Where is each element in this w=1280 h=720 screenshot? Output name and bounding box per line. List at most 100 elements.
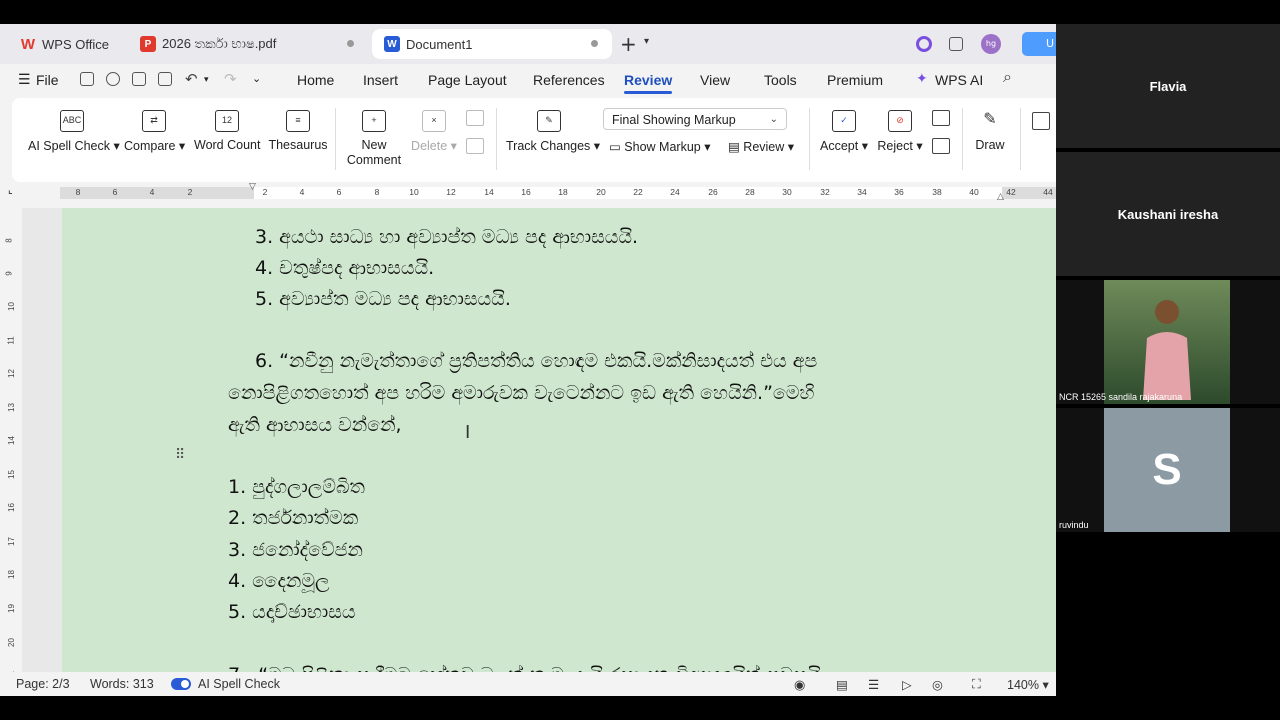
horizontal-ruler[interactable]: ⌞ 8 6 4 2 2 4 6 8 10 12 14 16 18 20 22 2… <box>0 182 1056 208</box>
paragraph-drag-handle-icon[interactable]: ⠿ <box>175 447 185 463</box>
menu-view[interactable]: View <box>700 72 730 88</box>
menu-review[interactable]: Review <box>624 72 673 94</box>
answer-option[interactable]: 1. පුද්ගලාලම්බිත <box>228 476 365 498</box>
new-tab-plus-icon[interactable]: + <box>620 32 637 56</box>
accept-button[interactable]: ✓ Accept ▾ <box>818 110 870 153</box>
ruler-text-area <box>254 187 1002 199</box>
zoom-level[interactable]: 140% ▾ <box>1007 677 1049 692</box>
menu-references[interactable]: References <box>533 72 605 88</box>
reject-button[interactable]: ⊘ Reject ▾ <box>876 110 924 153</box>
next-comment-icon[interactable] <box>466 138 484 154</box>
menu-page-layout[interactable]: Page Layout <box>428 72 507 88</box>
next-change-icon[interactable] <box>932 138 950 154</box>
ruler-tick: 24 <box>670 187 680 197</box>
outline-view-icon[interactable]: ☰ <box>868 677 879 692</box>
page-view-icon[interactable]: ▤ <box>836 677 848 692</box>
doc-line[interactable]: 3. අයථා සාධ්‍ය හා අව්‍යාප්ත මධ්‍ය පද ආභා… <box>255 226 638 248</box>
spell-check-toggle[interactable] <box>171 678 191 690</box>
ruler-tick: 4 <box>149 187 155 197</box>
upgrade-button[interactable]: U <box>1022 32 1056 56</box>
word-count-indicator[interactable]: Words: 313 <box>90 677 154 691</box>
participant-tile[interactable]: Kaushani iresha <box>1056 152 1280 276</box>
menu-file[interactable]: File <box>36 72 59 88</box>
ruler-tick: 16 <box>6 503 16 512</box>
indent-marker-icon[interactable]: ▽ <box>249 182 256 192</box>
ruler-tick: 22 <box>633 187 643 197</box>
review-pane-button[interactable]: ▤ Review ▾ <box>728 139 794 154</box>
doc-line[interactable]: 4. චතුෂ්පද ආභාසයයි. <box>255 257 434 279</box>
avatar[interactable]: hg <box>981 34 1001 54</box>
delete-comment-button[interactable]: × Delete ▾ <box>410 110 458 153</box>
thesaurus-button[interactable]: ≡ Thesaurus <box>268 110 328 152</box>
search-icon[interactable]: ⌕ <box>1003 69 1012 87</box>
delete-comment-icon: × <box>422 110 446 132</box>
tab-document1[interactable]: W Document1 <box>372 29 612 59</box>
participant-name: Kaushani iresha <box>1117 207 1219 222</box>
ruler-tick: 8 <box>4 238 14 243</box>
document-page[interactable] <box>62 208 1056 696</box>
ruler-tick: 12 <box>6 369 16 378</box>
ruler-tick: 11 <box>6 336 16 345</box>
more-tools-icon[interactable] <box>1032 112 1050 130</box>
right-indent-marker-icon[interactable]: △ <box>997 192 1004 202</box>
print-preview-icon[interactable] <box>158 72 172 86</box>
answer-option[interactable]: 2. තර්ජනාත්මක <box>228 507 358 529</box>
menu-wps-ai[interactable]: WPS AI <box>935 72 983 88</box>
undo-icon[interactable]: ↶ <box>185 70 198 88</box>
ai-spell-check-button[interactable]: ABC AI Spell Check ▾ <box>28 110 120 153</box>
track-changes-button[interactable]: ✎ Track Changes ▾ <box>506 110 600 153</box>
doc-line[interactable]: 5. අව්‍යාප්ත මධ්‍ය පද ආභාසයයි. <box>255 288 511 310</box>
copilot-icon[interactable] <box>916 36 932 52</box>
participant-tile[interactable]: Flavia <box>1056 24 1280 148</box>
participant-tile[interactable]: NCR 15265 sandila rajakaruna <box>1056 280 1280 404</box>
show-markup-button[interactable]: ▭ Show Markup ▾ <box>609 139 710 154</box>
divider <box>1020 108 1021 170</box>
vertical-ruler[interactable]: 8 9 10 11 12 13 14 15 16 17 18 19 20 21 <box>0 208 22 696</box>
ruler-tick: 12 <box>446 187 456 197</box>
tab-stop-icon[interactable]: ⌞ <box>8 185 13 196</box>
answer-option[interactable]: 5. යදෘච්ඡාභාසය <box>228 601 356 623</box>
ruler-tick: 38 <box>932 187 942 197</box>
question-6-line[interactable]: ඇති ආභාසය වන්නේ, <box>228 414 402 436</box>
menu-premium[interactable]: Premium <box>827 72 883 88</box>
previous-comment-icon[interactable] <box>466 110 484 126</box>
tab-wps-office[interactable]: W WPS Office <box>8 29 124 59</box>
chevron-down-icon[interactable]: ▾ <box>644 36 649 47</box>
chevron-down-icon[interactable]: ▾ <box>204 74 209 85</box>
text-cursor-icon: I <box>465 422 471 443</box>
participant-video <box>1104 280 1230 404</box>
word-count-button[interactable]: 12 Word Count <box>194 110 260 152</box>
page-indicator[interactable]: Page: 2/3 <box>16 677 70 691</box>
menu-insert[interactable]: Insert <box>363 72 398 88</box>
answer-option[interactable]: 3. ජනෝද්වේජන <box>228 539 363 561</box>
markup-mode-value: Final Showing Markup <box>612 113 736 127</box>
answer-option[interactable]: 4. දෛනමූල <box>228 570 330 592</box>
participant-tile[interactable]: S ruvindu <box>1056 408 1280 532</box>
tab-pdf[interactable]: P 2026 තර්කා භාෂ.pdf <box>128 29 368 59</box>
window-switch-icon[interactable] <box>949 37 963 51</box>
export-pdf-icon[interactable] <box>106 72 120 86</box>
redo-icon[interactable]: ↷ <box>224 70 237 88</box>
print-icon[interactable] <box>132 72 146 86</box>
ruler-tick: 14 <box>484 187 494 197</box>
question-6-line[interactable]: නොපිළිගතහොත් අප හරිම අමාරුවක වැටෙන්නට ඉඩ… <box>228 382 814 404</box>
previous-change-icon[interactable] <box>932 110 950 126</box>
compare-button[interactable]: ⇄ Compare ▾ <box>124 110 185 153</box>
question-6-line[interactable]: 6. “නවීනු නැමැත්තාගේ ප්‍රතිපත්තිය හොඳම එ… <box>255 350 817 372</box>
menu-home[interactable]: Home <box>297 72 334 88</box>
web-view-icon[interactable]: ◎ <box>932 677 943 692</box>
eye-icon[interactable]: ◉ <box>794 677 805 693</box>
play-icon[interactable]: ▷ <box>902 677 912 692</box>
save-icon[interactable] <box>80 72 94 86</box>
ruler-tick: 10 <box>6 302 16 311</box>
ruler-tick: 4 <box>299 187 305 197</box>
draw-button[interactable]: ✎ Draw <box>970 110 1010 152</box>
hamburger-icon[interactable]: ☰ <box>18 71 31 88</box>
zoom-value: 140% <box>1007 678 1039 692</box>
fit-page-icon[interactable]: ⛶ <box>972 677 981 692</box>
markup-mode-select[interactable]: Final Showing Markup ⌄ <box>603 108 787 130</box>
ruler-tick: 10 <box>409 187 419 197</box>
more-chevron-icon[interactable]: ⌄ <box>252 72 261 85</box>
new-comment-button[interactable]: + New Comment <box>344 110 404 168</box>
menu-tools[interactable]: Tools <box>764 72 797 88</box>
